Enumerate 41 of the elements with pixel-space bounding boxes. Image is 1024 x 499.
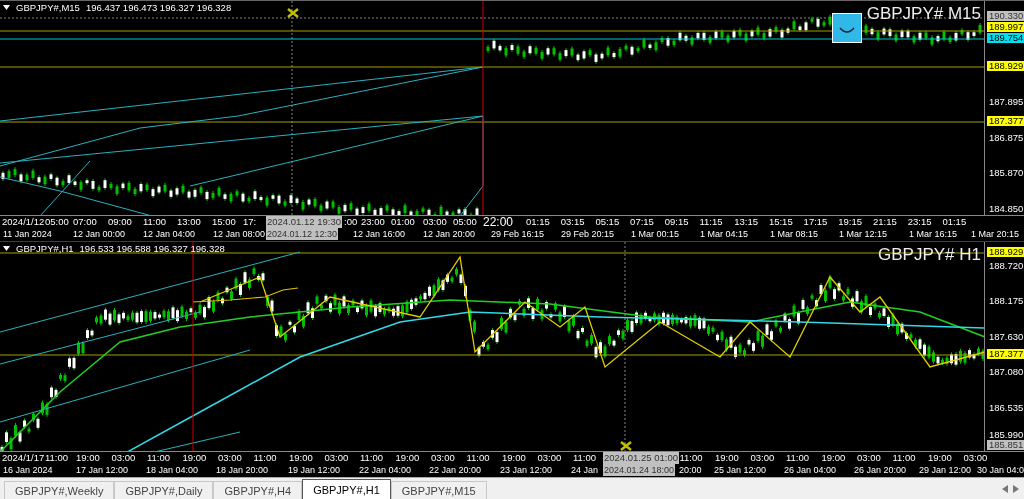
time-label: 2024/1/12 (1, 215, 46, 228)
cursor-time-label: 22:00 (482, 215, 515, 228)
cross-marker-icon (286, 7, 300, 19)
chart-symbol: GBPJPY#,M15 (16, 2, 80, 13)
scroll-right-icon[interactable] (1013, 485, 1019, 493)
scroll-left-icon[interactable] (1002, 485, 1008, 493)
chart-tab[interactable]: GBPJPY#,Weekly (4, 481, 115, 499)
chart-tab[interactable]: GBPJPY#,M15 (390, 481, 487, 499)
chart-title: GBPJPY# M15 (866, 4, 981, 24)
price-label: 188.720 (988, 260, 1024, 271)
price-label: 187.377 (987, 116, 1024, 126)
cursor-time-label: 2024.01.12 19:30 (266, 215, 342, 228)
price-label: 185.870 (988, 168, 1024, 178)
price-label: 189.997 (987, 22, 1024, 32)
price-label: 184.850 (988, 204, 1024, 214)
chart-tab[interactable]: GBPJPY#,H4 (213, 481, 303, 499)
chart-tab[interactable]: GBPJPY#,H1 (302, 479, 391, 499)
cursor-date-label: 2024.01.24 18:00 (603, 464, 676, 477)
cross-marker-icon (619, 440, 633, 451)
price-label: 188.929 (987, 246, 1024, 257)
dropdown-triangle-icon[interactable] (3, 245, 10, 251)
price-label: 187.377 (987, 348, 1024, 359)
price-label: 185.851 (987, 439, 1024, 450)
price-label: 187.080 (988, 366, 1024, 377)
price-label: 188.929 (987, 61, 1024, 71)
price-label: 188.175 (988, 295, 1024, 306)
price-label: 187.895 (988, 97, 1024, 107)
chart-title: GBPJPY# H1 (878, 244, 981, 265)
price-label: 186.535 (988, 402, 1024, 413)
chart-symbol: GBPJPY#,H1 (16, 242, 74, 254)
price-label: 189.754 (987, 33, 1024, 43)
price-label: 187.630 (988, 331, 1024, 342)
price-label: 186.875 (988, 133, 1024, 143)
smiley-face-icon[interactable] (832, 13, 862, 43)
ohlc-values: 196.437 196.473 196.327 196.328 (85, 2, 232, 13)
dropdown-triangle-icon[interactable] (3, 5, 10, 10)
price-label: 185.990 (988, 429, 1024, 440)
ohlc-values: 196.533 196.588 196.327 196.328 (79, 242, 225, 254)
price-label: 190.330 (987, 11, 1024, 21)
chart-tab[interactable]: GBPJPY#,Daily (114, 481, 214, 499)
cursor-time-label: 2024.01.25 01:00 (603, 452, 679, 465)
